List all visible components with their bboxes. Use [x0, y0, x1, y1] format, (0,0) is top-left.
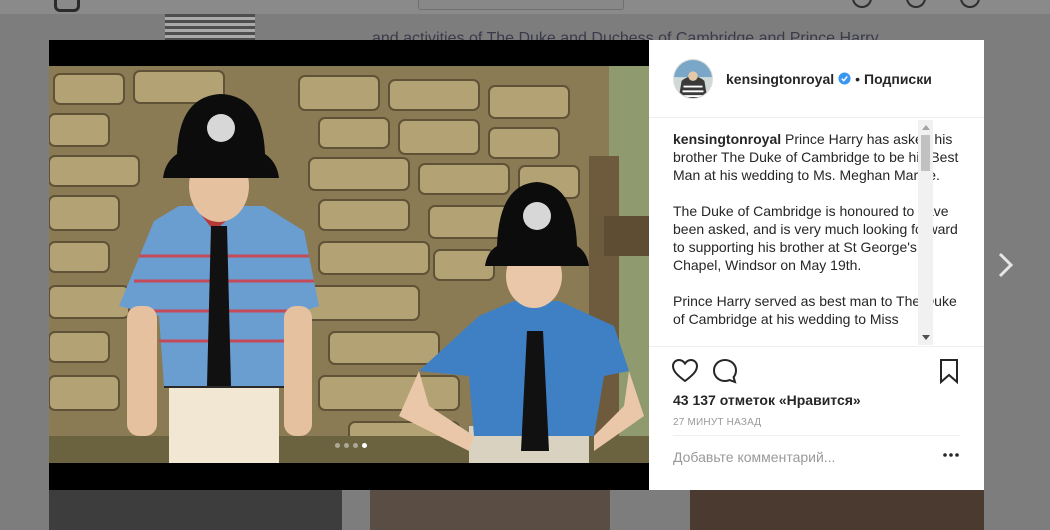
- post-sidebar: kensingtonroyal • Подписки kensingtonroy…: [649, 40, 984, 490]
- post-header: kensingtonroyal • Подписки: [649, 40, 984, 118]
- avatar[interactable]: [673, 58, 713, 99]
- background-thumbnail: [690, 490, 984, 530]
- comment-bar: [673, 435, 960, 487]
- more-options-icon[interactable]: [942, 448, 960, 462]
- scroll-thumb[interactable]: [921, 135, 930, 171]
- scroll-up-arrow-icon[interactable]: [922, 125, 930, 130]
- background-thumbnail: [49, 490, 342, 530]
- scroll-down-arrow-icon[interactable]: [922, 335, 930, 340]
- comment-icon[interactable]: [711, 357, 739, 385]
- background-search-box: [418, 0, 624, 10]
- avatar-image: [674, 59, 712, 98]
- carousel-indicator: [335, 443, 367, 448]
- instagram-logo-icon: [54, 0, 80, 12]
- comment-input[interactable]: [673, 446, 923, 468]
- likes-count[interactable]: 43 137 отметок «Нравится»: [673, 392, 861, 408]
- post-photo[interactable]: [49, 66, 649, 463]
- carousel-dot: [344, 443, 349, 448]
- heart-icon[interactable]: [671, 357, 699, 385]
- carousel-dot: [353, 443, 358, 448]
- carousel-dot-active: [362, 443, 367, 448]
- carousel-dot: [335, 443, 340, 448]
- post-actions: 43 137 отметок «Нравится» 27 МИНУТ НАЗАД: [649, 346, 984, 486]
- verified-badge-icon: [838, 72, 851, 85]
- chevron-right-icon[interactable]: [992, 250, 1020, 280]
- background-profile-avatar: [165, 14, 255, 40]
- post-media: [49, 40, 649, 490]
- bookmark-icon[interactable]: [935, 357, 963, 385]
- header-separator: •: [855, 70, 861, 87]
- caption-username[interactable]: kensingtonroyal: [673, 131, 781, 147]
- post-username[interactable]: kensingtonroyal: [726, 71, 834, 87]
- post-timestamp[interactable]: 27 МИНУТ НАЗАД: [673, 417, 761, 428]
- post-modal: kensingtonroyal • Подписки kensingtonroy…: [49, 40, 984, 490]
- caption-scrollbar[interactable]: [918, 120, 933, 345]
- background-thumbnail: [370, 490, 610, 530]
- follow-button[interactable]: Подписки: [864, 71, 932, 87]
